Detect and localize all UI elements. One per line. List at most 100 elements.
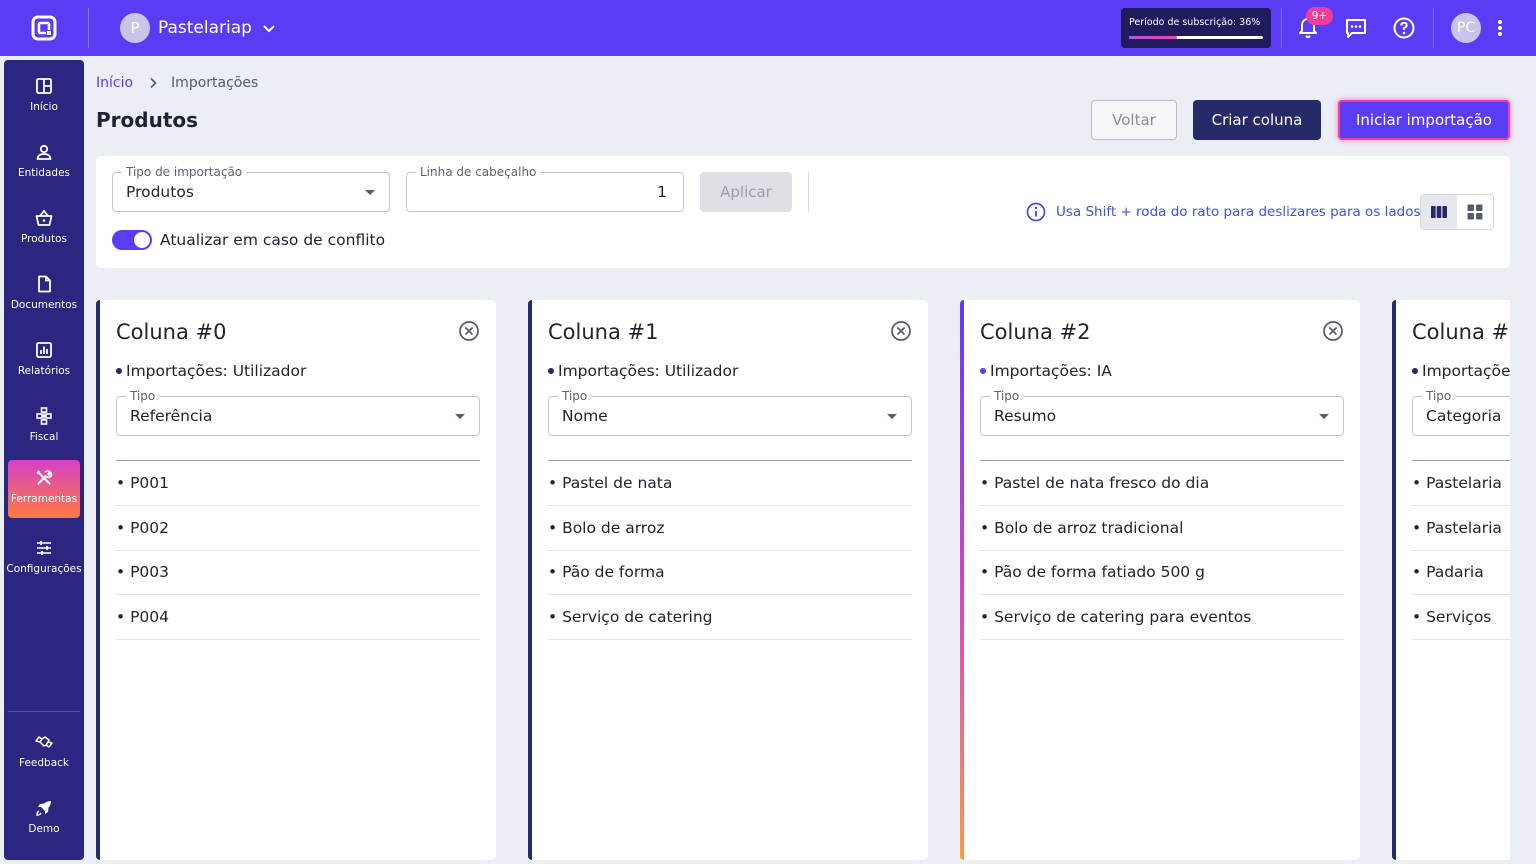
columns-view-button[interactable] [1421, 195, 1457, 229]
tools-icon [36, 470, 53, 485]
chevron-right-icon [150, 77, 157, 89]
column-value-row: • Serviços [1412, 595, 1510, 640]
sidebar-item-relatorios[interactable]: Relatórios [8, 332, 80, 390]
conflict-update-label: Atualizar em caso de conflito [160, 231, 386, 249]
sidebar-item-ferramentas[interactable]: Ferramentas [8, 460, 80, 518]
more-vertical-icon[interactable] [1492, 16, 1508, 40]
sidebar-item-label: Feedback [18, 757, 69, 769]
column-value-row: • P003 [116, 550, 480, 595]
subscription-period[interactable]: Período de subscrição: 36% [1121, 8, 1271, 48]
dropdown-caret-icon [365, 190, 375, 195]
header-line-value: 1 [657, 183, 667, 201]
top-bar: P Pastelariap Período de subscrição: 36%… [0, 0, 1536, 56]
feedback-icon [35, 736, 53, 748]
columns-view-icon [1431, 206, 1447, 218]
breadcrumb: Início Importações [96, 75, 258, 91]
sidebar-item-label: Produtos [21, 233, 67, 245]
sidebar-item-configuracoes[interactable]: Configurações [6, 530, 82, 588]
column-import-source-text: Importações: IA [990, 362, 1112, 380]
sidebar-item-documentos[interactable]: Documentos [8, 266, 80, 324]
sidebar-item-fiscal[interactable]: Fiscal [8, 398, 80, 456]
column-value-row: • Pão de forma [548, 550, 912, 595]
column-type-select[interactable]: Tipo Nome [548, 388, 912, 436]
app-logo-icon[interactable] [30, 14, 58, 42]
close-circle-icon[interactable] [458, 320, 480, 342]
conflict-update-toggle[interactable] [112, 230, 152, 250]
columns-scroll-area[interactable]: Coluna #0 Importações: Utilizador Tipo R… [96, 300, 1510, 864]
sidebar-item-produtos[interactable]: Produtos [8, 200, 80, 258]
column-type-select[interactable]: Tipo Resumo [980, 388, 1344, 436]
close-circle-icon[interactable] [1322, 320, 1344, 342]
sidebar: Início Entidades Produtos Documentos Rel… [4, 60, 84, 860]
header-line-input[interactable]: Linha de cabeçalho 1 [406, 164, 684, 212]
sidebar-item-label: Demo [28, 823, 60, 835]
info-icon [1026, 202, 1046, 222]
sidebar-item-feedback[interactable]: Feedback [8, 724, 80, 782]
chevron-down-icon [263, 25, 275, 33]
bar-chart-icon [36, 342, 52, 358]
ai-column-stripe [960, 300, 964, 860]
person-icon [36, 144, 52, 160]
chat-icon[interactable] [1344, 16, 1368, 40]
column-type-select[interactable]: Tipo Referência [116, 388, 480, 436]
apply-button[interactable]: Aplicar [700, 172, 792, 212]
import-settings-panel: Tipo de importação Produtos Linha de cab… [96, 156, 1510, 268]
rocket-icon [36, 801, 51, 816]
column-type-value: Categoria [1426, 407, 1502, 425]
column-value-row: • Bolo de arroz [548, 506, 912, 551]
column-card: Coluna #2 Importações: IA Tipo Resumo • … [960, 300, 1360, 860]
column-value-row: • Bolo de arroz tradicional [980, 506, 1344, 551]
company-switcher[interactable]: P Pastelariap [120, 13, 276, 43]
column-type-label: Tipo [558, 388, 592, 404]
company-name: Pastelariap [158, 18, 252, 38]
column-import-source-text: Importações: Utilizador [1422, 362, 1510, 380]
column-import-source-text: Importações: Utilizador [558, 362, 739, 380]
grid-view-button[interactable] [1457, 195, 1493, 229]
back-button[interactable]: Voltar [1091, 100, 1177, 140]
notification-badge: 9+ [1306, 7, 1333, 25]
view-mode-toggle [1420, 194, 1494, 230]
column-type-label: Tipo [1422, 388, 1456, 404]
column-value-row: • Pastel de nata [548, 461, 912, 506]
dashboard-icon [36, 78, 52, 94]
column-type-label: Tipo [990, 388, 1024, 404]
source-dot-icon [548, 368, 554, 374]
column-card: Coluna #3 Importações: Utilizador Tipo C… [1392, 300, 1510, 860]
source-dot-icon [1412, 368, 1418, 374]
topbar-divider [88, 8, 89, 48]
source-dot-icon [116, 368, 122, 374]
user-avatar[interactable]: PC [1451, 13, 1481, 43]
sidebar-item-demo[interactable]: Demo [8, 790, 80, 848]
sidebar-item-label: Entidades [17, 167, 71, 179]
column-type-value: Nome [562, 407, 608, 425]
column-value-row: • P002 [116, 506, 480, 551]
panel-divider [808, 172, 809, 212]
sidebar-item-entidades[interactable]: Entidades [8, 134, 80, 192]
column-title: Coluna #2 [980, 320, 1091, 344]
column-value-row: • Serviço de catering para eventos [980, 595, 1344, 640]
help-icon[interactable] [1392, 16, 1416, 40]
breadcrumb-home-link[interactable]: Início [96, 75, 133, 91]
column-value-row: • Pastelaria [1412, 461, 1510, 506]
scroll-hint-text: Usa Shift + roda do rato para deslizares… [1056, 204, 1421, 220]
column-value-row: • P001 [116, 461, 480, 506]
column-type-select[interactable]: Tipo Categoria [1412, 388, 1510, 436]
topbar-divider [1433, 8, 1434, 48]
start-import-button[interactable]: Iniciar importação [1338, 100, 1510, 140]
sliders-icon [37, 541, 51, 555]
sidebar-item-label: Documentos [10, 299, 78, 311]
sidebar-divider [8, 711, 80, 712]
close-circle-icon[interactable] [890, 320, 912, 342]
sidebar-item-label: Ferramentas [10, 493, 78, 505]
create-column-button[interactable]: Criar coluna [1193, 100, 1321, 140]
column-type-label: Tipo [126, 388, 160, 404]
column-import-source: Importações: IA [980, 362, 1112, 380]
sidebar-item-inicio[interactable]: Início [8, 68, 80, 126]
column-value-row: • Serviço de catering [548, 595, 912, 640]
subscription-progress-fill [1129, 36, 1178, 39]
import-type-select[interactable]: Tipo de importação Produtos [112, 164, 390, 212]
column-value-row: • Padaria [1412, 550, 1510, 595]
header-line-label: Linha de cabeçalho [416, 164, 541, 180]
sidebar-item-label: Relatórios [17, 365, 71, 377]
sidebar-item-label: Início [30, 101, 58, 113]
